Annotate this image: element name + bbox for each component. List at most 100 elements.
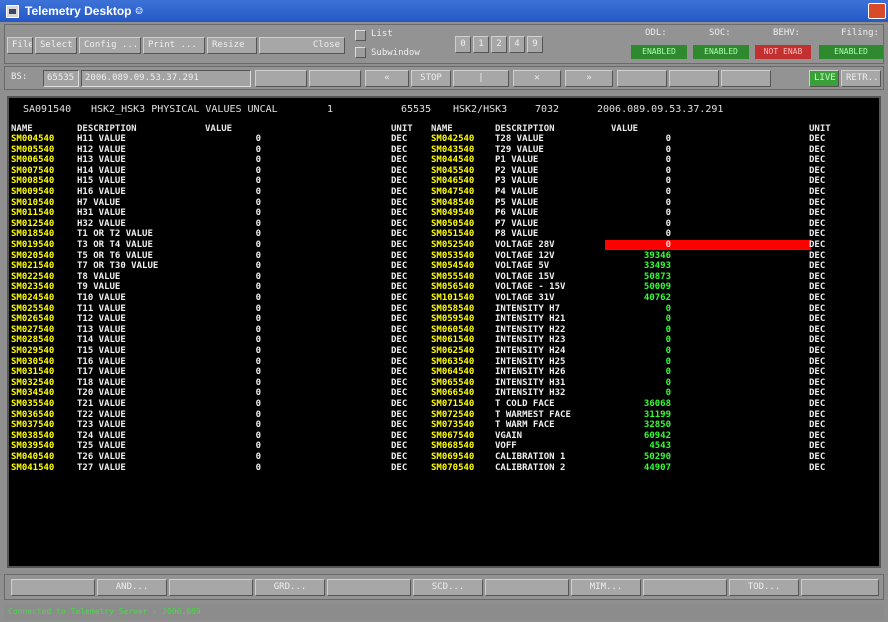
- blank-button[interactable]: [669, 70, 719, 87]
- and-button[interactable]: AND...: [97, 579, 167, 596]
- blank-button[interactable]: [11, 579, 95, 596]
- parameter-value: 0: [665, 335, 671, 346]
- parameter-unit: DEC: [809, 134, 826, 144]
- table-row: SM044540 P1 VALUE 0 DEC: [9, 155, 879, 165]
- window-close-icon[interactable]: [868, 3, 886, 19]
- blank-button[interactable]: [169, 579, 253, 596]
- table-row: SM070540 CALIBRATION 2 44907 DEC: [9, 463, 879, 473]
- header-count: 7032: [535, 104, 560, 115]
- close-button[interactable]: Close: [259, 37, 345, 54]
- parameter-name: SM054540: [431, 261, 475, 272]
- table-row: SM052540 VOLTAGE 28V 0 DEC: [9, 240, 879, 250]
- parameter-unit: DEC: [809, 271, 826, 282]
- parameter-description: P4 VALUE: [495, 187, 539, 197]
- retr-button[interactable]: RETR...: [841, 70, 881, 87]
- table-row: SM056540 VOLTAGE - 15V 50009 DEC: [9, 282, 879, 292]
- parameter-name: SM073540: [431, 420, 475, 431]
- parameter-unit: DEC: [809, 240, 826, 250]
- parameter-unit: DEC: [809, 377, 826, 388]
- table-row: SM065540 INTENSITY H31 0 DEC: [9, 378, 879, 388]
- parameter-unit: DEC: [809, 187, 826, 197]
- parameter-unit: DEC: [809, 208, 826, 219]
- print-button[interactable]: Print ...: [143, 37, 205, 54]
- parameter-value: 36068: [643, 399, 671, 409]
- parameter-description: P2 VALUE: [495, 165, 539, 176]
- table-row: SM047540 P4 VALUE 0 DEC: [9, 187, 879, 197]
- parameter-description: VOLTAGE 31V: [495, 293, 555, 303]
- parameter-name: SM064540: [431, 367, 475, 378]
- header-timestamp: 2006.089.09.53.37.291: [597, 104, 724, 115]
- table-row: SM049540 P6 VALUE 0 DEC: [9, 208, 879, 218]
- col-name: NAME: [11, 124, 33, 134]
- table-row: SM069540 CALIBRATION 1 50290 DEC: [9, 452, 879, 462]
- parameter-description: VOLTAGE 28V: [495, 240, 555, 250]
- parameter-description: VOLTAGE 15V: [495, 271, 555, 282]
- blank-button[interactable]: [485, 579, 569, 596]
- config-button[interactable]: Config ...: [79, 37, 141, 54]
- parameter-unit: DEC: [809, 197, 826, 208]
- parameter-value: 0: [665, 314, 671, 325]
- grd-button[interactable]: GRD...: [255, 579, 325, 596]
- stop-button[interactable]: STOP: [411, 70, 451, 87]
- filing-label: Filing:: [841, 28, 879, 38]
- time-field[interactable]: 2006.089.09.53.37.291: [81, 70, 251, 87]
- parameter-value: 39346: [643, 250, 671, 261]
- parameter-description: INTENSITY H24: [495, 346, 566, 356]
- page-button[interactable]: 2: [491, 36, 507, 53]
- blank-button[interactable]: [255, 70, 307, 87]
- parameter-description: T29 VALUE: [495, 144, 544, 155]
- parameter-description: INTENSITY H22: [495, 324, 566, 335]
- parameter-description: CALIBRATION 2: [495, 462, 566, 473]
- blank-button[interactable]: [801, 579, 879, 596]
- parameter-description: INTENSITY H31: [495, 377, 566, 388]
- parameter-value: 0: [665, 176, 671, 187]
- subwindow-checkbox[interactable]: [355, 47, 366, 58]
- parameter-value: 0: [665, 155, 671, 166]
- parameter-unit: DEC: [809, 356, 826, 367]
- tod-button[interactable]: TOD...: [729, 579, 799, 596]
- parameter-value: 33493: [643, 261, 671, 272]
- parameter-unit: DEC: [809, 420, 826, 431]
- parameter-unit: DEC: [809, 409, 826, 420]
- parameter-description: P1 VALUE: [495, 155, 539, 166]
- parameter-description: VGAIN: [495, 430, 523, 441]
- blank-button[interactable]: [721, 70, 771, 87]
- table-row: SM046540 P3 VALUE 0 DEC: [9, 176, 879, 186]
- parameter-description: T WARM FACE: [495, 420, 555, 431]
- col-description: DESCRIPTION: [77, 124, 137, 134]
- select-button[interactable]: Select: [35, 37, 77, 54]
- scd-button[interactable]: SCD...: [413, 579, 483, 596]
- table-row: SM066540 INTENSITY H32 0 DEC: [9, 388, 879, 398]
- page-button[interactable]: 4: [509, 36, 525, 53]
- page-button[interactable]: 1: [473, 36, 489, 53]
- blank-button[interactable]: [617, 70, 667, 87]
- live-button[interactable]: LIVE: [809, 70, 839, 87]
- parameter-value: 60942: [643, 430, 671, 441]
- mim-button[interactable]: MIM...: [571, 579, 641, 596]
- blank-button[interactable]: [309, 70, 361, 87]
- prev-button[interactable]: «: [365, 70, 409, 87]
- parameter-value: 0: [665, 187, 671, 197]
- parameter-description: VOLTAGE 12V: [495, 250, 555, 261]
- parameter-unit: DEC: [809, 462, 826, 473]
- bs-field[interactable]: 65535: [43, 70, 79, 87]
- parameter-value: 31199: [643, 409, 671, 420]
- table-row: SM053540 VOLTAGE 12V 39346 DEC: [9, 251, 879, 261]
- parameter-unit: DEC: [809, 165, 826, 176]
- resize-button[interactable]: Resize: [207, 37, 257, 54]
- parameter-name: SM042540: [431, 134, 475, 144]
- play-button[interactable]: |: [453, 70, 509, 87]
- list-checkbox[interactable]: [355, 30, 366, 41]
- next-button[interactable]: »: [565, 70, 613, 87]
- page-button[interactable]: 9: [527, 36, 543, 53]
- table-row: SM072540 T WARMEST FACE 31199 DEC: [9, 410, 879, 420]
- blank-button[interactable]: [643, 579, 727, 596]
- col-value: VALUE: [611, 124, 639, 134]
- close-icon[interactable]: ✕: [513, 70, 561, 87]
- col-value: VALUE: [205, 124, 233, 134]
- page-button[interactable]: 0: [455, 36, 471, 53]
- parameter-description: INTENSITY H21: [495, 314, 566, 325]
- file-button[interactable]: File: [7, 37, 33, 54]
- parameter-unit: DEC: [809, 218, 826, 229]
- blank-button[interactable]: [327, 579, 411, 596]
